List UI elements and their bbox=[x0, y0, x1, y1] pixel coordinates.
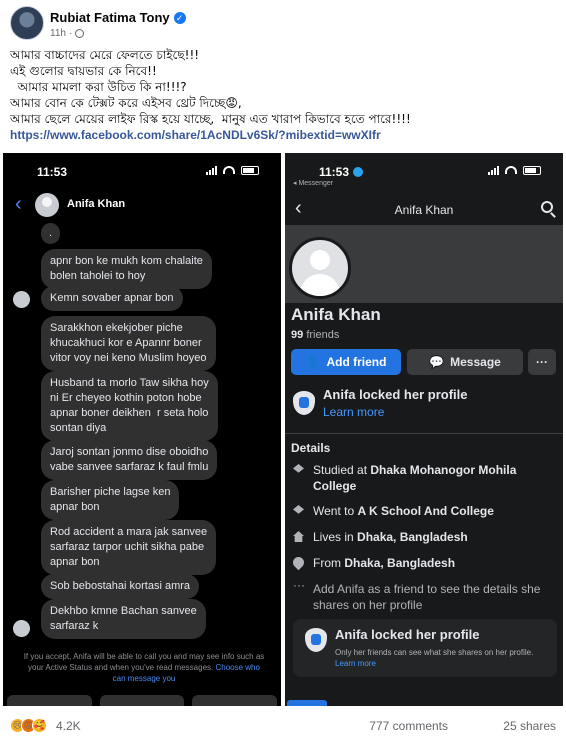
profile-name: Anifa Khan bbox=[291, 305, 381, 324]
post-line: এই গুলোর দ্বায়ভার কে নিবে!! bbox=[10, 64, 157, 78]
message-bubble: . bbox=[41, 223, 61, 244]
detail-education: Studied at Dhaka Mohanogor Mohila Colleg… bbox=[291, 462, 557, 496]
message-bubble: Dekhbo kmne Bachan sanvee sarfaraz k bbox=[41, 599, 206, 639]
post-time[interactable]: 11h bbox=[50, 28, 66, 39]
message-bubble: Rod accident a mara jak sanvee sarfaraz … bbox=[41, 520, 217, 575]
request-button[interactable] bbox=[7, 695, 92, 706]
battery-icon bbox=[523, 165, 541, 175]
care-reaction-icon: 🥰 bbox=[32, 718, 47, 733]
wifi-icon bbox=[223, 166, 235, 174]
comments-count[interactable]: 777 comments bbox=[369, 719, 448, 733]
back-to-messenger[interactable]: ◂ Messenger bbox=[293, 179, 333, 187]
wifi-icon bbox=[505, 166, 517, 174]
profile-title: Anifa Khan bbox=[394, 203, 454, 217]
post-footer: 😢 😡 🥰 4.2K 777 comments 25 shares bbox=[10, 716, 556, 740]
message-request-notice: If you accept, Anifa will be able to cal… bbox=[23, 652, 265, 683]
shares-count[interactable]: 25 shares bbox=[503, 719, 556, 733]
status-bar: 11:53 bbox=[3, 165, 281, 183]
locked-profile-card: Anifa locked her profile Only her friend… bbox=[293, 619, 557, 677]
post-text: আমার বাচ্চাদের মেরে ফেলতে চাইছে!!! এই গু… bbox=[10, 47, 558, 143]
signal-icon bbox=[488, 165, 499, 175]
locked-title: Anifa locked her profile bbox=[323, 387, 468, 402]
add-person-icon: 👤 bbox=[305, 355, 321, 369]
post-link[interactable]: https://www.facebook.com/share/1AcNDLv6S… bbox=[10, 128, 381, 142]
back-chevron-icon[interactable]: ‹ bbox=[15, 193, 22, 216]
more-dots-icon: ··· bbox=[293, 578, 305, 592]
post-header: Rubiat Fatima Tony ✓ 11h · bbox=[10, 6, 550, 42]
attached-screenshots[interactable]: 11:53 ‹ Anifa Khan . apnr bon ke mukh ko… bbox=[0, 153, 566, 706]
message-button[interactable]: 💬 Message bbox=[407, 349, 523, 375]
author-name-row: Rubiat Fatima Tony ✓ bbox=[50, 10, 186, 25]
learn-more-link[interactable]: Learn more bbox=[323, 405, 384, 419]
active-tab-indicator bbox=[287, 700, 327, 706]
card-learn-more-link[interactable]: Learn more bbox=[335, 659, 376, 668]
shield-lock-icon bbox=[305, 628, 327, 652]
post-line: আমার ছেলে মেয়ের লাইফ রিস্ক হয়ে যাচ্ছে,… bbox=[10, 112, 411, 126]
author-name[interactable]: Rubiat Fatima Tony bbox=[50, 10, 170, 25]
messenger-icon: 💬 bbox=[429, 355, 445, 369]
message-bubble: Kemn sovaber apnar bon bbox=[41, 286, 183, 311]
location-pin-icon bbox=[290, 554, 307, 571]
author-avatar[interactable] bbox=[10, 6, 44, 40]
post-line: আমার বাচ্চাদের মেরে ফেলতে চাইছে!!! bbox=[10, 48, 200, 62]
home-icon bbox=[293, 531, 304, 542]
friends-count[interactable]: 99 friends bbox=[291, 329, 339, 341]
profile-picture[interactable] bbox=[289, 237, 351, 299]
default-avatar-icon bbox=[310, 250, 330, 270]
profile-screenshot: 11:53 ◂ Messenger ‹ Anifa Khan Anifa Kha… bbox=[285, 153, 563, 706]
chat-screenshot: 11:53 ‹ Anifa Khan . apnr bon ke mukh ko… bbox=[3, 153, 281, 706]
message-bubble: Sarakkhon ekekjober piche khucakhuci kor… bbox=[41, 316, 216, 371]
more-options-button[interactable]: ··· bbox=[528, 349, 556, 375]
request-button[interactable] bbox=[192, 695, 278, 706]
contact-avatar[interactable] bbox=[35, 193, 59, 217]
divider bbox=[285, 433, 563, 434]
post-line: আমার মামলা করা উচিত কি না!!!? bbox=[10, 80, 187, 94]
reactions[interactable]: 😢 😡 🥰 bbox=[10, 718, 47, 733]
message-bubble: Barisher piche lagse ken apnar bon bbox=[41, 480, 180, 520]
shield-lock-icon bbox=[293, 391, 315, 415]
message-bubble: Husband ta morlo Taw sikha hoy ni Er che… bbox=[41, 371, 218, 441]
search-icon[interactable] bbox=[541, 201, 553, 213]
post-line: আমার বোন কে টেক্সট করে এইসব থ্রেট দিচ্ছে… bbox=[10, 96, 242, 110]
signal-icon bbox=[206, 165, 217, 175]
globe-icon bbox=[75, 29, 85, 38]
card-text: Only her friends can see what she shares… bbox=[335, 648, 534, 668]
message-bubble: Jaroj sontan jonmo dise oboidho vabe san… bbox=[41, 440, 218, 480]
sender-avatar bbox=[13, 291, 30, 308]
card-title: Anifa locked her profile bbox=[335, 627, 480, 642]
request-buttons bbox=[3, 695, 281, 706]
contact-name[interactable]: Anifa Khan bbox=[67, 198, 125, 210]
post-meta: 11h · bbox=[50, 28, 85, 39]
graduation-cap-icon bbox=[293, 505, 304, 514]
status-time: 11:53 bbox=[319, 165, 364, 179]
graduation-cap-icon bbox=[293, 464, 304, 473]
request-button[interactable] bbox=[99, 695, 185, 706]
chat-header: ‹ Anifa Khan bbox=[3, 189, 281, 225]
message-bubble: apnr bon ke mukh kom chalaite bolen taho… bbox=[41, 249, 212, 289]
details-heading: Details bbox=[291, 441, 331, 455]
add-friend-button[interactable]: 👤 Add friend bbox=[291, 349, 401, 375]
verified-badge-icon: ✓ bbox=[173, 11, 186, 24]
status-time: 11:53 bbox=[37, 165, 68, 179]
message-bubble: Sob bebostahai kortasi amra bbox=[41, 574, 200, 599]
telegram-icon bbox=[353, 167, 364, 177]
battery-icon bbox=[241, 165, 259, 175]
sender-avatar bbox=[13, 620, 30, 637]
reactions-count[interactable]: 4.2K bbox=[56, 719, 81, 733]
